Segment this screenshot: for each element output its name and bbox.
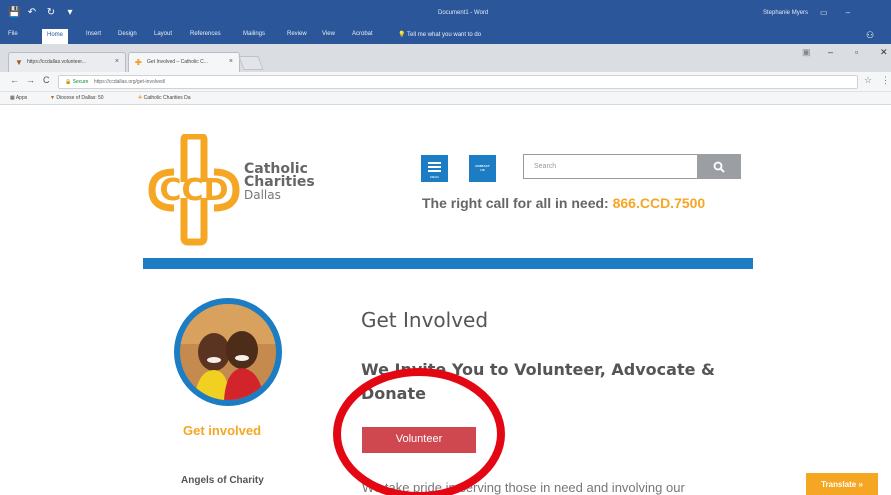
url-input[interactable]: 🔒 Secure https://ccdallas.org/get-involv… — [58, 75, 858, 89]
logo-wordmark[interactable]: Catholic Charities Dallas — [244, 162, 315, 202]
tab-layout[interactable]: Layout — [154, 31, 172, 37]
sidebar-get-involved-link[interactable]: Get involved — [183, 423, 261, 438]
web-page: CCD Catholic Charities Dallas MENU CONTA… — [0, 105, 891, 495]
tab-acrobat[interactable]: Acrobat — [352, 31, 373, 37]
bookmark-label: Diocese of Dallas: 50 — [56, 95, 104, 101]
forward-icon[interactable]: → — [26, 75, 35, 85]
tab-home[interactable]: Home — [42, 29, 69, 44]
browser-tab-get-involved[interactable]: ✚ Get Involved – Catholic C... × — [128, 52, 240, 72]
tab-favicon-icon: ▼ — [15, 58, 23, 67]
tab-file[interactable]: File — [8, 31, 18, 37]
tab-references[interactable]: References — [190, 31, 221, 37]
red-annotation-circle — [333, 368, 505, 495]
contact-label-line-2: US — [480, 168, 485, 172]
bookmark-star-icon[interactable]: ☆ — [864, 75, 872, 86]
contact-button-label: CONTACT US — [469, 164, 496, 172]
browser-tab-title: https://ccdallas.volunteer... — [27, 59, 86, 65]
bookmark-label: Catholic Charities Da — [143, 95, 191, 101]
close-tab-icon[interactable]: × — [115, 58, 119, 65]
tab-insert[interactable]: Insert — [86, 31, 101, 37]
logo-line-3: Dallas — [244, 188, 281, 202]
browser-window-controls: ▣ – ▫ ✕ — [800, 47, 891, 61]
minimize-icon[interactable]: – — [828, 47, 833, 57]
photo-illustration — [180, 304, 276, 400]
screen: 💾 ↶ ↻ ▾ Document1 - Word Stephanie Myers… — [0, 0, 891, 495]
contact-us-button[interactable]: CONTACT US — [469, 155, 496, 182]
ribbon-options-icon[interactable]: ▭ — [820, 8, 828, 17]
phone-number[interactable]: 866.CCD.7500 — [613, 195, 706, 211]
browser-tab-strip: ▼ https://ccdallas.volunteer... × ✚ Get … — [0, 44, 891, 72]
children-photo — [180, 304, 276, 400]
menu-button-label: MENU — [430, 175, 439, 179]
tab-view[interactable]: View — [322, 31, 335, 37]
document-title: Document1 - Word — [438, 10, 489, 16]
quick-access-toolbar: 💾 ↶ ↻ ▾ — [8, 7, 75, 18]
ccd-cross-logo-icon[interactable]: CCD — [146, 134, 242, 246]
maximize-icon[interactable]: ▫ — [855, 47, 858, 57]
new-tab-button[interactable] — [238, 56, 264, 70]
bookmark-label: Apps — [15, 95, 28, 101]
tab-review[interactable]: Review — [287, 31, 307, 37]
share-icon[interactable]: ⚇ — [866, 30, 874, 41]
sidebar-photo — [174, 298, 282, 406]
hamburger-icon — [428, 162, 441, 172]
close-tab-icon[interactable]: × — [229, 58, 233, 65]
save-icon[interactable]: 💾 — [8, 7, 20, 18]
undo-icon[interactable]: ↶ — [27, 7, 37, 18]
bookmark-diocese[interactable]: ▼ Diocese of Dallas: 50 — [50, 95, 104, 101]
header-divider — [143, 258, 753, 269]
bookmark-catholic-charities[interactable]: ✚ Catholic Charities Da — [138, 95, 191, 101]
tagline-text: The right call for all in need: — [422, 195, 609, 211]
back-icon[interactable]: ← — [10, 75, 19, 85]
tab-mailings[interactable]: Mailings — [243, 31, 265, 37]
secure-label: Secure — [72, 79, 89, 85]
profile-icon[interactable]: ▣ — [802, 47, 811, 58]
bookmarks-bar: ▦ Apps ▼ Diocese of Dallas: 50 ✚ Catholi… — [0, 92, 891, 105]
minimize-icon[interactable]: – — [846, 8, 850, 17]
signed-in-user[interactable]: Stephanie Myers — [763, 10, 808, 16]
lock-icon: 🔒 — [65, 79, 72, 85]
close-icon[interactable]: ✕ — [880, 47, 888, 58]
magnifier-icon — [713, 161, 725, 173]
word-window-controls: ▭ – — [820, 8, 850, 17]
menu-button[interactable]: MENU — [421, 155, 448, 182]
site-search-button[interactable] — [697, 154, 741, 179]
tab-design[interactable]: Design — [118, 31, 137, 37]
translate-button[interactable]: Translate » — [806, 473, 878, 495]
browser-tab-volunteer[interactable]: ▼ https://ccdallas.volunteer... × — [8, 52, 126, 72]
bookmark-favicon-icon: ▼ — [50, 95, 55, 101]
sidebar-angels-of-charity-link[interactable]: Angels of Charity — [181, 475, 264, 486]
logo-letters: CCD — [160, 173, 229, 208]
bookmark-favicon-icon: ✚ — [138, 95, 143, 101]
tab-favicon-icon: ✚ — [135, 58, 142, 67]
browser-menu-icon[interactable]: ⋮ — [881, 75, 890, 86]
customize-qat-icon[interactable]: ▾ — [65, 7, 75, 18]
url-text: https://ccdallas.org/get-involved/ — [93, 79, 166, 85]
page-title: Get Involved — [361, 308, 489, 332]
redo-icon[interactable]: ↻ — [46, 7, 56, 18]
bookmark-apps[interactable]: ▦ Apps — [10, 95, 27, 101]
site-search-input[interactable]: Search — [523, 154, 698, 179]
address-bar-row: ← → C 🔒 Secure https://ccdallas.org/get-… — [0, 72, 891, 92]
browser-tab-title: Get Involved – Catholic C... — [147, 59, 208, 65]
tell-me-label: Tell me what you want to do — [407, 32, 482, 38]
word-ribbon-tabs: File Home Insert Design Layout Reference… — [0, 28, 891, 44]
tell-me-search[interactable]: 💡 Tell me what you want to do — [398, 31, 481, 38]
tagline: The right call for all in need: 866.CCD.… — [422, 195, 705, 211]
word-title-bar: 💾 ↶ ↻ ▾ Document1 - Word Stephanie Myers… — [0, 0, 891, 28]
reload-icon[interactable]: C — [43, 75, 50, 85]
